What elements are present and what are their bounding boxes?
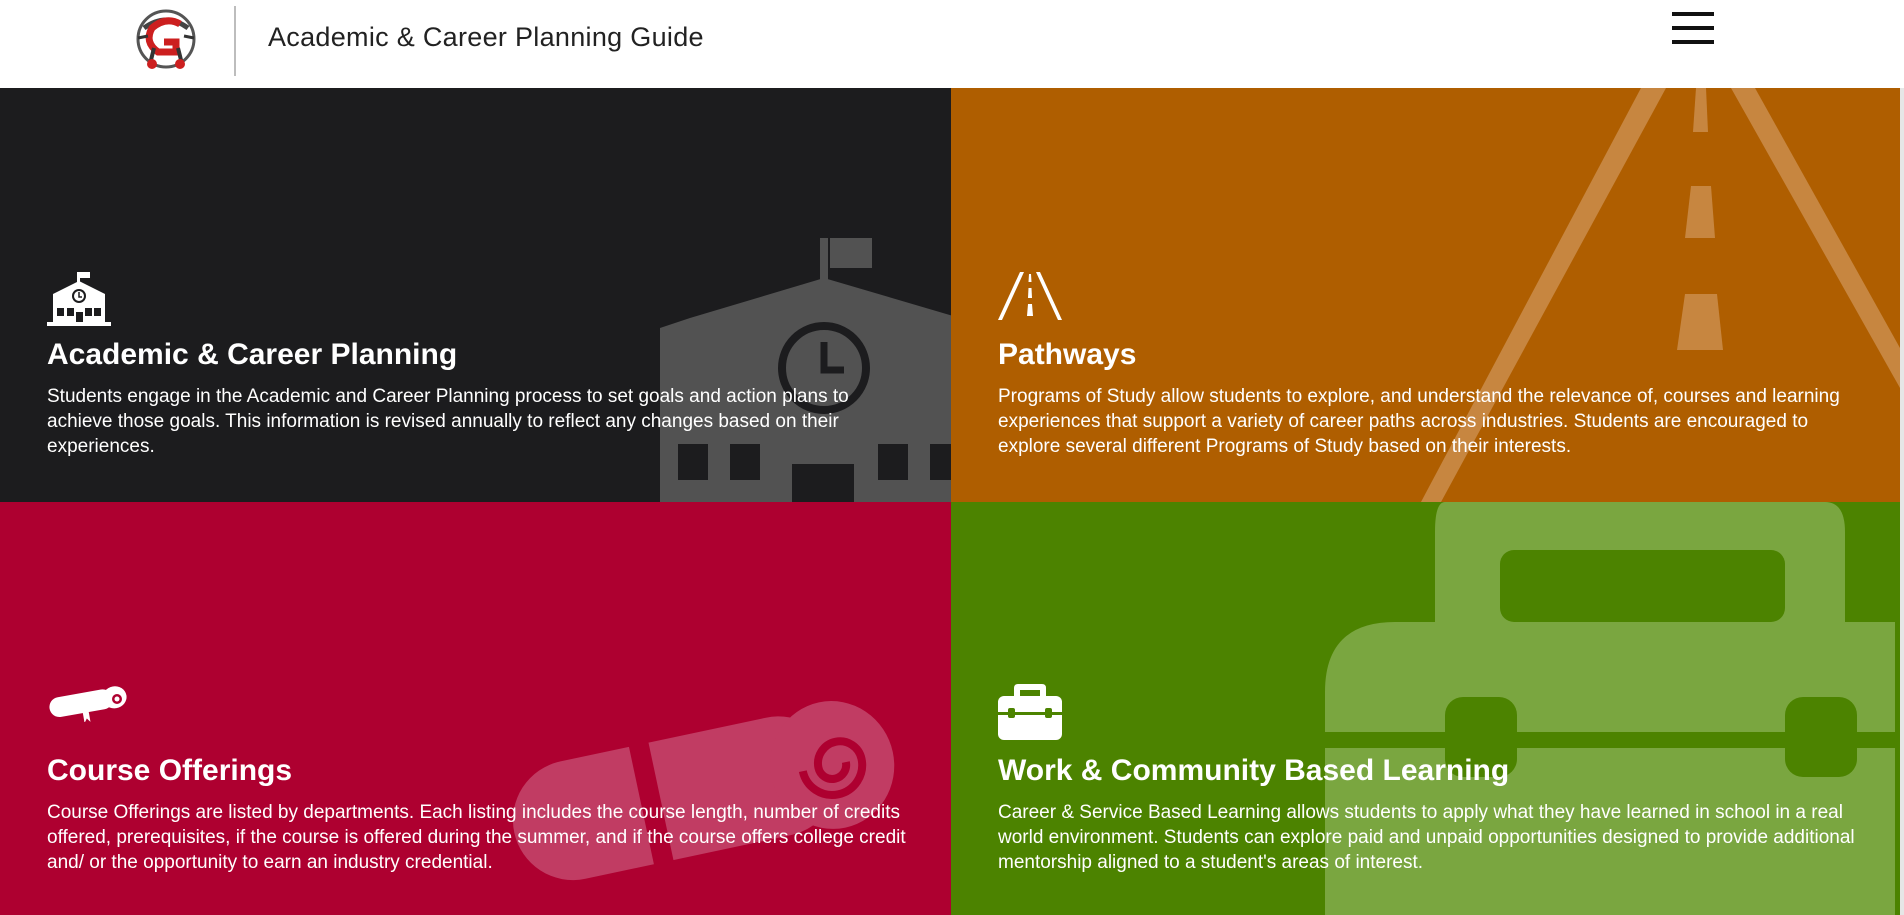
page-scrollbar[interactable] — [1900, 88, 1904, 915]
briefcase-icon — [998, 684, 1062, 740]
school-building-bg-icon — [660, 238, 951, 502]
tile-work-community-based-learning[interactable]: Work & Community Based Learning Career &… — [951, 502, 1900, 915]
tile-description: Students engage in the Academic and Care… — [47, 386, 849, 457]
tile-pathways[interactable]: Pathways Programs of Study allow student… — [951, 88, 1900, 502]
school-building-icon — [47, 272, 111, 326]
diploma-scroll-icon — [49, 686, 127, 722]
tile-description: Programs of Study allow students to expl… — [998, 386, 1840, 457]
school-logo-icon[interactable] — [124, 8, 208, 72]
road-icon — [998, 272, 1062, 320]
header-divider — [234, 6, 236, 76]
tile-heading: Academic & Career Planning — [47, 338, 458, 371]
tile-heading: Pathways — [998, 338, 1137, 371]
tile-heading: Course Offerings — [47, 754, 293, 787]
page-title: Academic & Career Planning Guide — [268, 22, 704, 52]
hamburger-menu-icon[interactable] — [1672, 10, 1716, 48]
tile-course-offerings[interactable]: Course Offerings Course Offerings are li… — [0, 502, 951, 915]
tile-description: Course Offerings are listed by departmen… — [47, 802, 906, 873]
site-header: Academic & Career Planning Guide — [0, 0, 1904, 88]
diploma-scroll-bg-icon — [512, 701, 895, 881]
tile-description: Career & Service Based Learning allows s… — [998, 802, 1855, 873]
tile-heading: Work & Community Based Learning — [998, 754, 1510, 787]
tile-academic-career-planning[interactable]: Academic & Career Planning Students enga… — [0, 88, 951, 502]
